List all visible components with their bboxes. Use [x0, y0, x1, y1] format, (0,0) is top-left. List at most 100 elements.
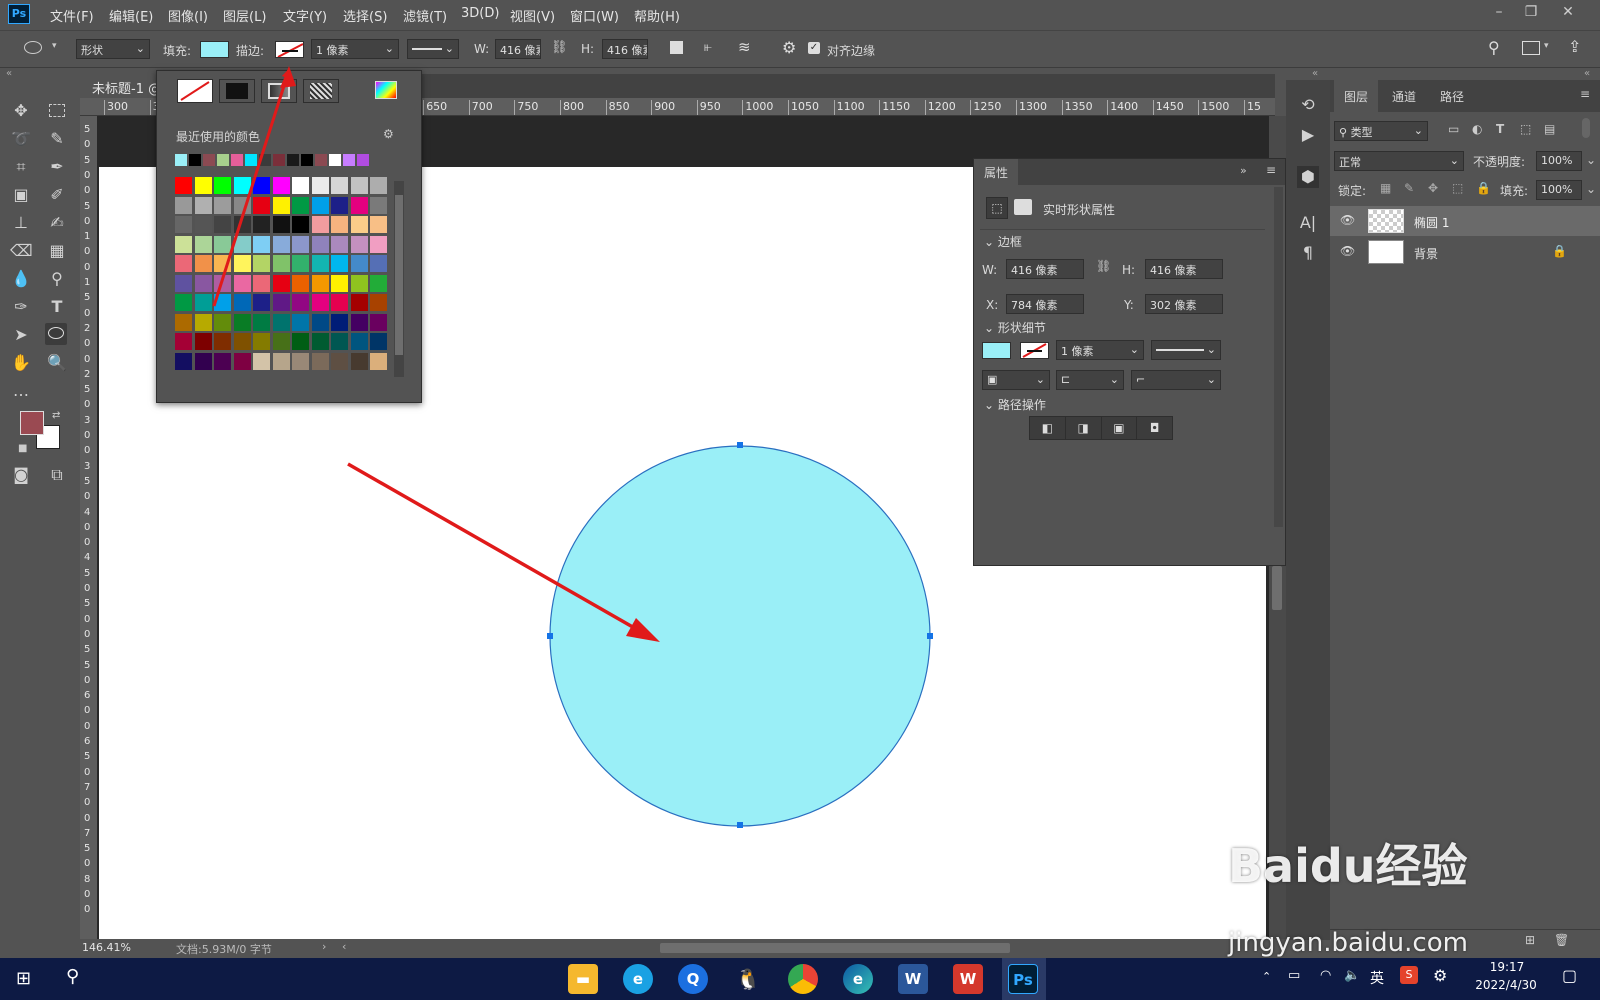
- recent-color-swatch[interactable]: [175, 154, 187, 166]
- color-swatch[interactable]: [194, 313, 212, 331]
- link-icon[interactable]: ⛓: [551, 40, 568, 55]
- layer-filter-select[interactable]: ⚲ 类型 ⌄: [1334, 121, 1428, 141]
- solid-color-button[interactable]: [219, 79, 255, 103]
- chevron-down-icon[interactable]: ▾: [1544, 41, 1549, 51]
- adjustment-filter-icon[interactable]: ◐: [1472, 122, 1482, 136]
- lock-position-icon[interactable]: ✥: [1428, 181, 1438, 195]
- stroke-color-swatch[interactable]: [275, 41, 304, 58]
- color-swatch[interactable]: [253, 235, 270, 253]
- stroke-cap-select[interactable]: ⊏ ⌄: [1056, 370, 1124, 390]
- color-swatch[interactable]: [292, 294, 309, 311]
- chrome-icon[interactable]: [788, 964, 818, 994]
- fill-color-swatch[interactable]: [200, 41, 229, 58]
- eye-icon[interactable]: 👁: [1340, 213, 1355, 227]
- path-operations-icon[interactable]: [670, 41, 683, 54]
- menu-window[interactable]: 窗口(W): [570, 6, 619, 25]
- battery-icon[interactable]: ▭: [1288, 968, 1300, 983]
- color-swatch[interactable]: [175, 313, 192, 331]
- color-swatch[interactable]: [350, 177, 368, 194]
- layer-name[interactable]: 椭圆 1: [1414, 214, 1449, 231]
- color-swatch[interactable]: [233, 313, 251, 331]
- opacity-field[interactable]: 100%: [1536, 151, 1582, 171]
- color-swatch[interactable]: [370, 274, 387, 292]
- color-swatch[interactable]: [292, 216, 309, 233]
- recent-color-swatch[interactable]: [287, 154, 299, 166]
- lock-all-icon[interactable]: 🔒: [1476, 181, 1491, 195]
- color-swatch[interactable]: [253, 216, 270, 233]
- recent-color-swatch[interactable]: [231, 154, 243, 166]
- recent-color-swatch[interactable]: [273, 154, 285, 166]
- bounding-box-section[interactable]: ⌄ 边框: [984, 233, 1022, 250]
- color-swatch[interactable]: [194, 333, 212, 350]
- 3d-panel-icon[interactable]: ⬢: [1297, 166, 1319, 188]
- color-swatch[interactable]: [233, 235, 251, 253]
- color-swatch[interactable]: [233, 352, 251, 370]
- recent-color-swatch[interactable]: [203, 154, 215, 166]
- color-swatch[interactable]: [292, 255, 309, 272]
- more-tools-icon[interactable]: …: [10, 380, 32, 402]
- image-filter-icon[interactable]: ▭: [1448, 122, 1459, 136]
- recent-color-swatch[interactable]: [189, 154, 201, 166]
- default-colors-icon[interactable]: ■: [18, 443, 27, 454]
- color-swatch[interactable]: [331, 352, 348, 370]
- color-swatch[interactable]: [370, 255, 387, 272]
- color-swatch[interactable]: [253, 313, 270, 331]
- gear-icon[interactable]: ⚙: [782, 38, 796, 57]
- ime-indicator[interactable]: 英: [1370, 968, 1384, 988]
- wps-icon[interactable]: W: [953, 964, 983, 994]
- fill-color-swatch[interactable]: [982, 342, 1011, 359]
- color-swatch[interactable]: [311, 352, 329, 370]
- path-arrangement-icon[interactable]: ≋: [738, 38, 751, 56]
- stroke-type-select[interactable]: ⌄: [1151, 340, 1221, 360]
- width-field[interactable]: 416 像素: [1006, 259, 1084, 279]
- properties-tab[interactable]: 属性: [974, 159, 1019, 185]
- stroke-width-field[interactable]: 1 像素 ⌄: [311, 39, 399, 59]
- zoom-level[interactable]: 146.41%: [82, 941, 131, 954]
- color-swatch[interactable]: [331, 196, 348, 214]
- color-swatch[interactable]: [253, 352, 270, 370]
- menu-filter[interactable]: 滤镜(T): [403, 6, 447, 25]
- document-tab[interactable]: 未标题-1 @: [80, 74, 156, 98]
- type-tool-icon[interactable]: T: [46, 296, 68, 318]
- color-swatch[interactable]: [350, 313, 368, 331]
- color-swatch[interactable]: [370, 196, 387, 214]
- color-swatch[interactable]: [272, 352, 290, 370]
- stroke-type-select[interactable]: ⌄: [407, 39, 459, 59]
- path-alignment-icon[interactable]: ⫦: [704, 39, 712, 55]
- color-swatch[interactable]: [272, 294, 290, 311]
- color-swatch[interactable]: [331, 333, 348, 350]
- word-icon[interactable]: W: [898, 964, 928, 994]
- pen-tool-icon[interactable]: ✑: [10, 296, 32, 318]
- color-swatch[interactable]: [194, 177, 212, 194]
- menu-3d[interactable]: 3D(D): [461, 6, 499, 21]
- layer-row-background[interactable]: 👁 背景 🔒: [1330, 237, 1600, 267]
- edge-icon[interactable]: e: [843, 964, 873, 994]
- foreground-color-swatch[interactable]: [20, 411, 44, 435]
- color-swatch[interactable]: [194, 274, 212, 292]
- color-swatch[interactable]: [272, 274, 290, 292]
- fill-field[interactable]: 100%: [1536, 180, 1582, 200]
- crop-tool-icon[interactable]: ⌗: [10, 156, 32, 178]
- menu-image[interactable]: 图像(I): [168, 6, 208, 25]
- color-swatch[interactable]: [350, 274, 368, 292]
- type-filter-icon[interactable]: T: [1496, 122, 1504, 136]
- recent-color-swatch[interactable]: [259, 154, 271, 166]
- color-swatch[interactable]: [331, 274, 348, 292]
- menu-file[interactable]: 文件(F): [50, 6, 94, 25]
- windows-start-icon[interactable]: ⊞: [16, 968, 31, 989]
- color-swatch[interactable]: [214, 177, 231, 194]
- color-swatch[interactable]: [233, 333, 251, 350]
- restore-icon[interactable]: ❐: [1519, 4, 1543, 22]
- menu-view[interactable]: 视图(V): [510, 6, 555, 25]
- color-swatch[interactable]: [331, 294, 348, 311]
- color-swatch[interactable]: [292, 352, 309, 370]
- color-swatch[interactable]: [311, 313, 329, 331]
- stroke-align-select[interactable]: ▣ ⌄: [982, 370, 1050, 390]
- color-swatch[interactable]: [311, 333, 329, 350]
- color-swatch[interactable]: [350, 294, 368, 311]
- path-operations-section[interactable]: ⌄ 路径操作: [984, 396, 1046, 413]
- zoom-tool-icon[interactable]: 🔍: [46, 352, 68, 374]
- share-icon[interactable]: ⇪: [1568, 37, 1581, 56]
- color-swatch[interactable]: [370, 352, 387, 370]
- history-icon[interactable]: ⟲: [1297, 94, 1319, 116]
